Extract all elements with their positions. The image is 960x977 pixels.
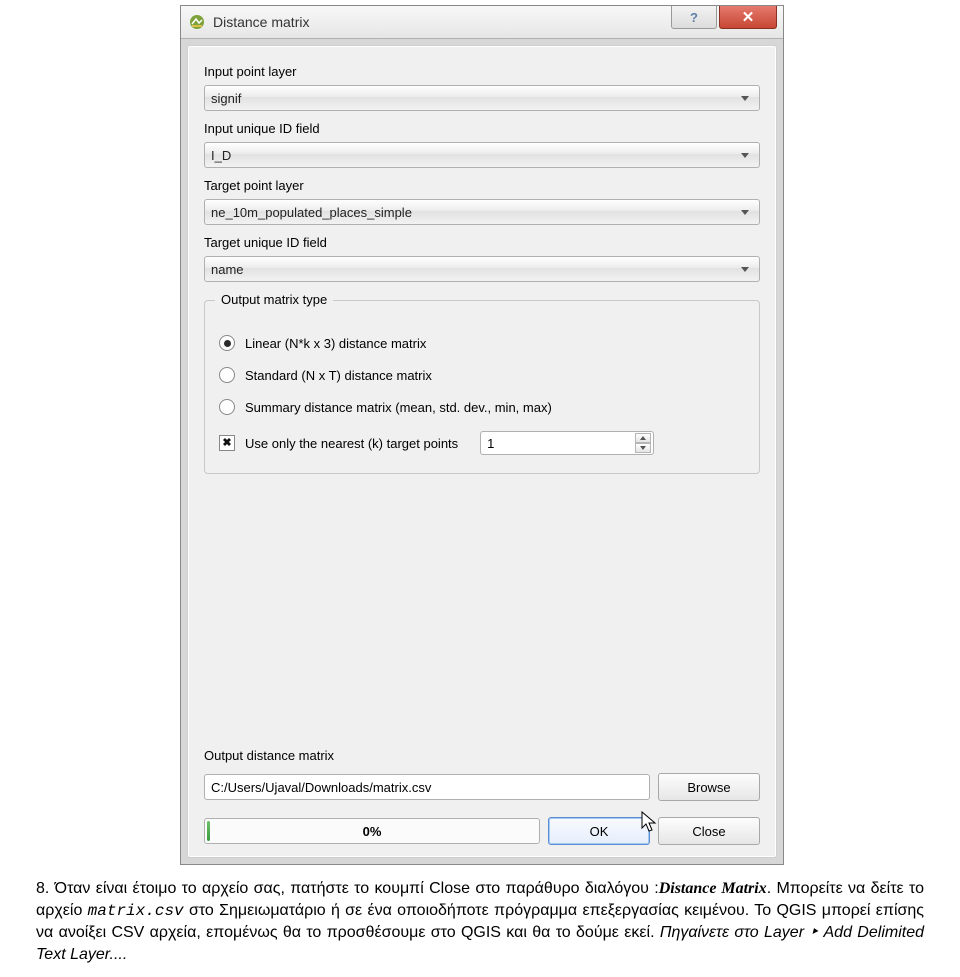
input-id-label: Input unique ID field bbox=[204, 121, 760, 136]
nearest-checkbox[interactable] bbox=[219, 435, 235, 451]
target-id-label: Target unique ID field bbox=[204, 235, 760, 250]
dialog-body: Input point layer signif Input unique ID… bbox=[187, 45, 777, 858]
target-layer-combo[interactable]: ne_10m_populated_places_simple bbox=[204, 199, 760, 225]
titlebar: Distance matrix ? ✕ bbox=[181, 6, 783, 39]
dialog-window: Distance matrix ? ✕ Input point layer si… bbox=[180, 5, 784, 865]
app-icon bbox=[189, 14, 205, 30]
spin-up-button[interactable] bbox=[635, 433, 651, 443]
target-id-value: name bbox=[211, 262, 244, 277]
progress-text: 0% bbox=[363, 824, 382, 839]
input-layer-combo[interactable]: signif bbox=[204, 85, 760, 111]
ok-button[interactable]: OK bbox=[548, 817, 650, 845]
output-path-label: Output distance matrix bbox=[204, 748, 760, 763]
radio-icon bbox=[219, 399, 235, 415]
close-button[interactable]: Close bbox=[658, 817, 760, 845]
target-id-combo[interactable]: name bbox=[204, 256, 760, 282]
input-layer-value: signif bbox=[211, 91, 241, 106]
input-id-combo[interactable]: I_D bbox=[204, 142, 760, 168]
radio-summary[interactable]: Summary distance matrix (mean, std. dev.… bbox=[219, 399, 745, 415]
progress-bar: 0% bbox=[204, 818, 540, 844]
output-path-value: C:/Users/Ujaval/Downloads/matrix.csv bbox=[211, 780, 431, 795]
input-layer-label: Input point layer bbox=[204, 64, 760, 79]
browse-button[interactable]: Browse bbox=[658, 773, 760, 801]
window-title: Distance matrix bbox=[213, 14, 309, 30]
group-legend: Output matrix type bbox=[215, 292, 333, 307]
caption-text: 8. Όταν είναι έτοιμο το αρχείο σας, πατή… bbox=[36, 878, 924, 965]
nearest-k-value: 1 bbox=[487, 436, 494, 451]
radio-summary-label: Summary distance matrix (mean, std. dev.… bbox=[245, 400, 552, 415]
nearest-k-spinbox[interactable]: 1 bbox=[480, 431, 654, 455]
spin-down-button[interactable] bbox=[635, 443, 651, 453]
radio-standard-label: Standard (N x T) distance matrix bbox=[245, 368, 432, 383]
chevron-down-icon bbox=[735, 143, 755, 167]
help-button[interactable]: ? bbox=[671, 6, 717, 29]
radio-linear-label: Linear (N*k x 3) distance matrix bbox=[245, 336, 426, 351]
radio-icon bbox=[219, 367, 235, 383]
target-layer-label: Target point layer bbox=[204, 178, 760, 193]
radio-standard[interactable]: Standard (N x T) distance matrix bbox=[219, 367, 745, 383]
chevron-down-icon bbox=[735, 257, 755, 281]
nearest-label: Use only the nearest (k) target points bbox=[245, 436, 458, 451]
chevron-down-icon bbox=[735, 86, 755, 110]
window-close-button[interactable]: ✕ bbox=[719, 6, 777, 29]
radio-linear[interactable]: Linear (N*k x 3) distance matrix bbox=[219, 335, 745, 351]
chevron-down-icon bbox=[735, 200, 755, 224]
target-layer-value: ne_10m_populated_places_simple bbox=[211, 205, 412, 220]
input-id-value: I_D bbox=[211, 148, 231, 163]
output-path-input[interactable]: C:/Users/Ujaval/Downloads/matrix.csv bbox=[204, 774, 650, 800]
radio-icon bbox=[219, 335, 235, 351]
output-matrix-type-group: Output matrix type Linear (N*k x 3) dist… bbox=[204, 300, 760, 474]
